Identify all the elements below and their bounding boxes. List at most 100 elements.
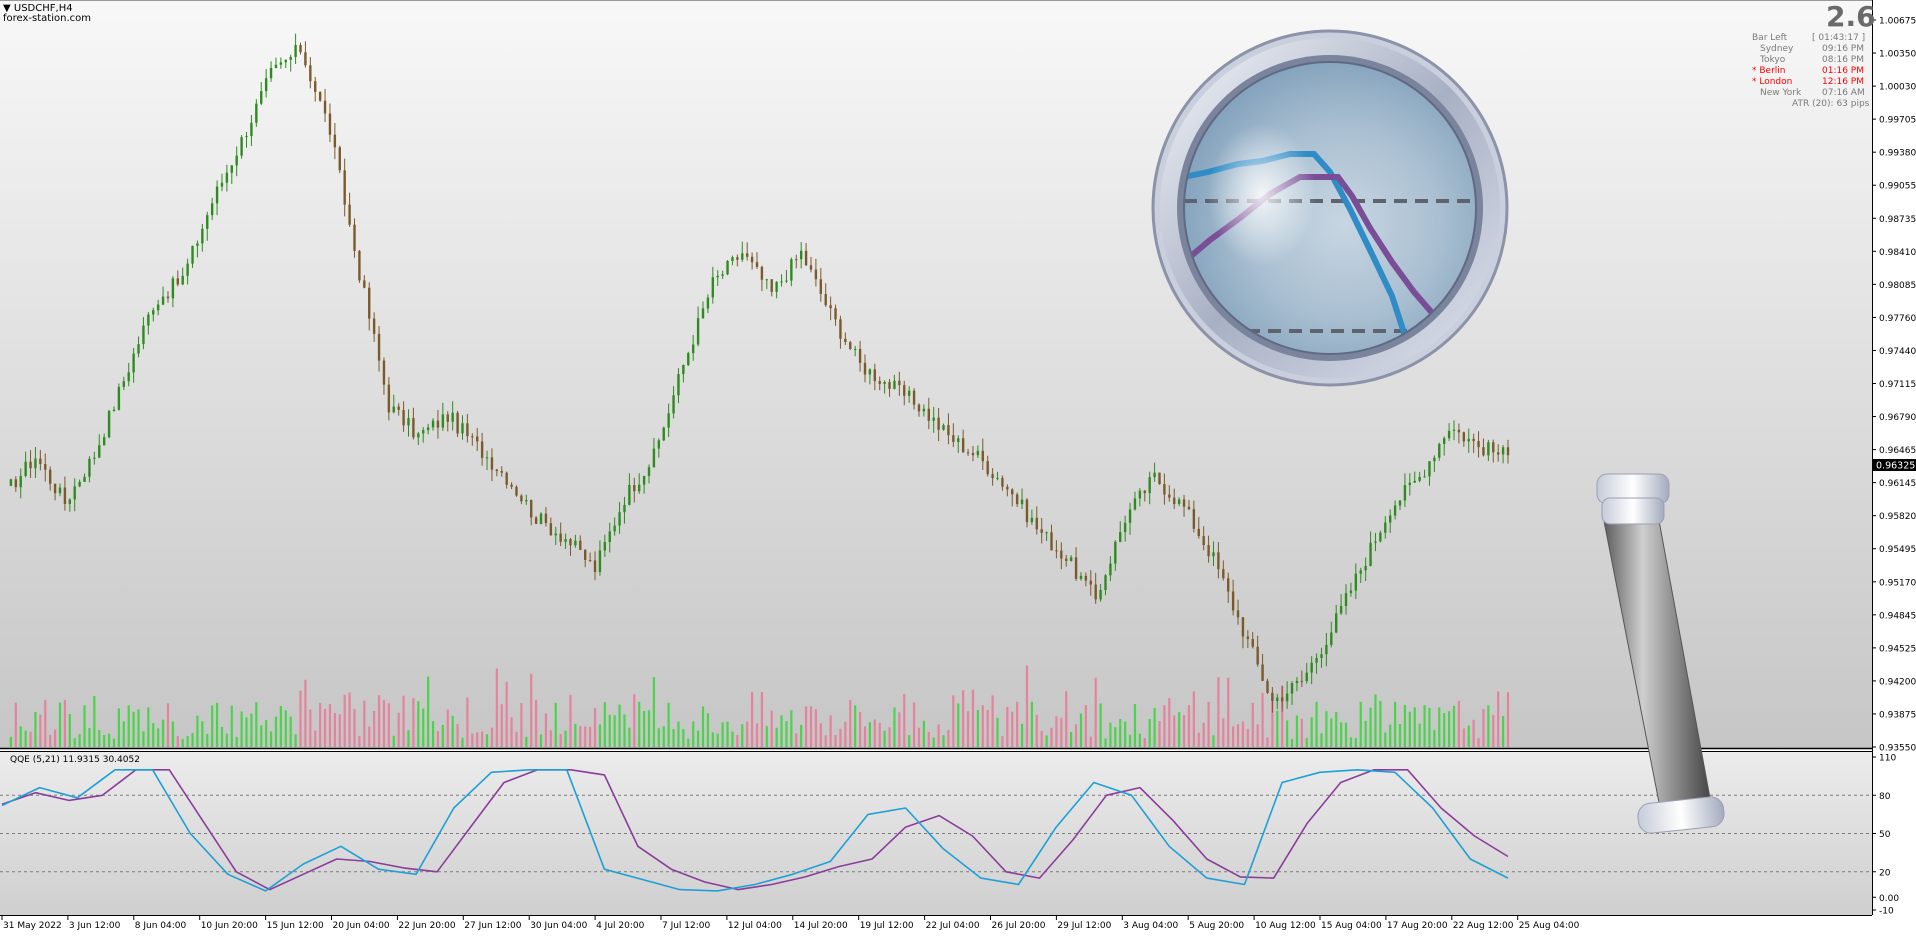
candle-body bbox=[917, 404, 921, 412]
candle-body bbox=[1222, 569, 1225, 579]
time-tick-label: 15 Aug 04:00 bbox=[1321, 921, 1382, 931]
volume-bar bbox=[1266, 737, 1269, 747]
candle-body bbox=[1335, 613, 1338, 633]
volume-bar bbox=[284, 710, 287, 747]
candle-body bbox=[1153, 472, 1156, 478]
volume-bar bbox=[1290, 738, 1294, 747]
candle-body bbox=[1393, 505, 1397, 516]
candle-body bbox=[1123, 522, 1127, 533]
volume-bar bbox=[1025, 665, 1029, 747]
volume-bar bbox=[49, 734, 52, 747]
candle-body bbox=[1467, 438, 1470, 442]
candle-body bbox=[647, 467, 651, 476]
chart-canvas[interactable]: 1.00675 1.00350 1.00030 0.99705 0.99380 0.990… bbox=[0, 0, 1916, 933]
candle-body bbox=[269, 67, 273, 79]
volume-bar bbox=[829, 715, 832, 747]
volume-bar bbox=[1020, 723, 1024, 747]
candle-body bbox=[1035, 517, 1038, 530]
volume-bar bbox=[456, 724, 459, 747]
volume-bar bbox=[1462, 728, 1465, 747]
price-tick-label: 1.00030 bbox=[1879, 83, 1916, 93]
candle-body bbox=[446, 414, 449, 422]
candle-body bbox=[1379, 532, 1382, 542]
qqe-tick-label: 80 bbox=[1879, 792, 1891, 802]
candle-body bbox=[1310, 662, 1313, 673]
session-time: 09:16 PM bbox=[1822, 44, 1864, 54]
qqe-tick-label: 20 bbox=[1879, 868, 1891, 878]
volume-bar bbox=[1192, 691, 1195, 747]
candle-body bbox=[584, 549, 587, 560]
candle-body bbox=[706, 297, 710, 309]
time-tick-label: 17 Aug 20:00 bbox=[1387, 921, 1448, 931]
volume-bar bbox=[765, 726, 768, 747]
candle-body bbox=[804, 250, 808, 266]
volume-bar bbox=[1506, 692, 1510, 747]
candle-body bbox=[1192, 509, 1196, 529]
candle-body bbox=[112, 409, 116, 412]
time-tick-label: 12 Jul 04:00 bbox=[728, 921, 782, 931]
volume-bar bbox=[775, 727, 778, 747]
volume-bar bbox=[1398, 723, 1402, 747]
volume-bar bbox=[431, 721, 435, 747]
candle-body bbox=[1359, 570, 1362, 574]
candle-body bbox=[1168, 494, 1171, 498]
volume-bar bbox=[549, 730, 552, 747]
candle-body bbox=[461, 423, 464, 434]
candle-body bbox=[790, 259, 793, 281]
candle-body bbox=[613, 525, 616, 532]
candle-body bbox=[574, 540, 577, 546]
candle-body bbox=[387, 384, 391, 413]
price-tick-label: 0.99705 bbox=[1879, 116, 1916, 126]
qqe-indicator-label: QQE (5,21) 11.9315 30.4052 bbox=[10, 755, 140, 765]
volume-bar bbox=[515, 731, 518, 747]
candle-body bbox=[903, 385, 906, 396]
candle-body bbox=[451, 412, 454, 422]
volume-bar bbox=[215, 702, 219, 747]
candle-body bbox=[515, 486, 518, 496]
volume-bar bbox=[1232, 726, 1235, 747]
volume-bar bbox=[633, 694, 636, 747]
volume-bar bbox=[436, 731, 440, 747]
main-chart-area[interactable] bbox=[0, 0, 1872, 748]
volume-bar bbox=[1197, 732, 1200, 747]
candle-body bbox=[863, 362, 867, 375]
chart-window[interactable]: 1.00675 1.00350 1.00030 0.99705 0.99380 0.990… bbox=[0, 0, 1916, 933]
volume-bar bbox=[368, 726, 371, 747]
volume-bar bbox=[1251, 702, 1254, 747]
price-tick-label: 0.94845 bbox=[1879, 611, 1916, 621]
time-tick-label: 22 Jun 20:00 bbox=[398, 921, 455, 931]
volume-bar bbox=[991, 695, 994, 747]
volume-bar bbox=[1212, 735, 1215, 747]
candle-body bbox=[691, 344, 695, 354]
volume-bar bbox=[804, 706, 808, 747]
volume-bar bbox=[942, 735, 945, 747]
candle-body bbox=[328, 113, 332, 135]
candle-body bbox=[736, 257, 739, 260]
qqe-tick-label: 0.00 bbox=[1879, 894, 1899, 904]
volume-bar bbox=[1295, 715, 1299, 747]
volume-bar bbox=[952, 695, 955, 747]
candle-body bbox=[1261, 664, 1264, 681]
volume-bar bbox=[1330, 718, 1333, 747]
time-tick-label: 5 Aug 20:00 bbox=[1189, 921, 1244, 931]
candle-body bbox=[1325, 644, 1328, 655]
candle-body bbox=[672, 395, 675, 414]
volume-bar bbox=[741, 724, 744, 747]
candle-body bbox=[569, 539, 572, 546]
volume-bar bbox=[996, 717, 999, 747]
volume-bar bbox=[628, 727, 631, 747]
candle-body bbox=[559, 533, 562, 542]
candle-body bbox=[93, 457, 96, 459]
volume-bar bbox=[181, 738, 184, 747]
candle-body bbox=[29, 461, 32, 469]
volume-bar bbox=[166, 703, 170, 747]
volume-bar bbox=[525, 736, 528, 747]
session-time: 08:16 PM bbox=[1822, 55, 1864, 65]
candle-body bbox=[1452, 429, 1456, 431]
candle-body bbox=[505, 472, 508, 485]
session-name: Tokyo bbox=[1760, 55, 1786, 65]
volume-bar bbox=[1070, 732, 1073, 747]
volume-bar bbox=[1094, 677, 1097, 747]
candle-body bbox=[858, 348, 862, 363]
volume-bar bbox=[1320, 733, 1323, 747]
